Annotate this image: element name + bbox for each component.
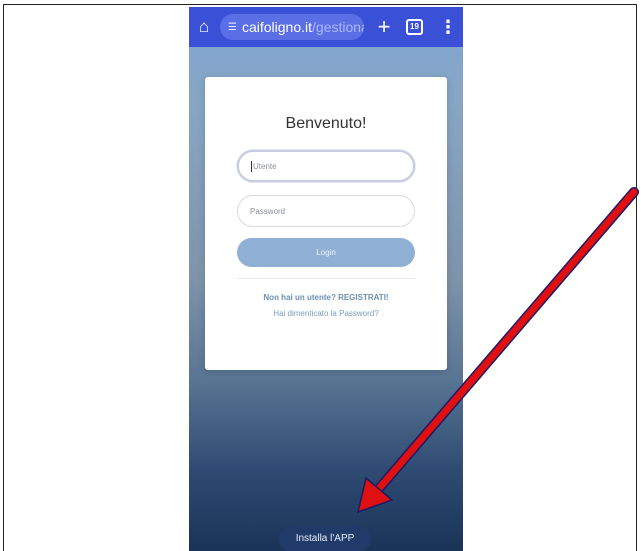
url-path: /gestionale/f xyxy=(312,19,364,35)
username-input[interactable]: Utente xyxy=(237,150,415,182)
new-tab-icon[interactable]: + xyxy=(373,13,395,41)
login-card: Benvenuto! Utente Password Login Non hai… xyxy=(205,77,447,370)
phone-screenshot: ⌂ ☰ caifoligno.it/gestionale/f + 19 ⋮ Be… xyxy=(189,7,463,551)
tab-switcher-button[interactable]: 19 xyxy=(406,19,423,35)
home-icon[interactable]: ⌂ xyxy=(189,7,219,47)
install-app-button[interactable]: Installa l'APP xyxy=(279,526,371,551)
username-placeholder: Utente xyxy=(253,161,277,171)
address-bar[interactable]: ☰ caifoligno.it/gestionale/f xyxy=(220,14,364,40)
text-caret xyxy=(251,160,252,172)
password-input[interactable]: Password xyxy=(237,195,415,227)
password-placeholder: Password xyxy=(250,206,286,216)
browser-menu-icon[interactable]: ⋮ xyxy=(439,13,457,41)
page-title: Benvenuto! xyxy=(285,115,367,132)
divider xyxy=(237,278,415,279)
site-settings-icon[interactable]: ☰ xyxy=(228,22,237,33)
register-link[interactable]: Non hai un utente? REGISTRATI! xyxy=(205,293,447,302)
login-button[interactable]: Login xyxy=(237,238,415,267)
url-host: caifoligno.it xyxy=(241,19,313,35)
forgot-password-link[interactable]: Hai dimenticato la Password? xyxy=(205,309,447,318)
